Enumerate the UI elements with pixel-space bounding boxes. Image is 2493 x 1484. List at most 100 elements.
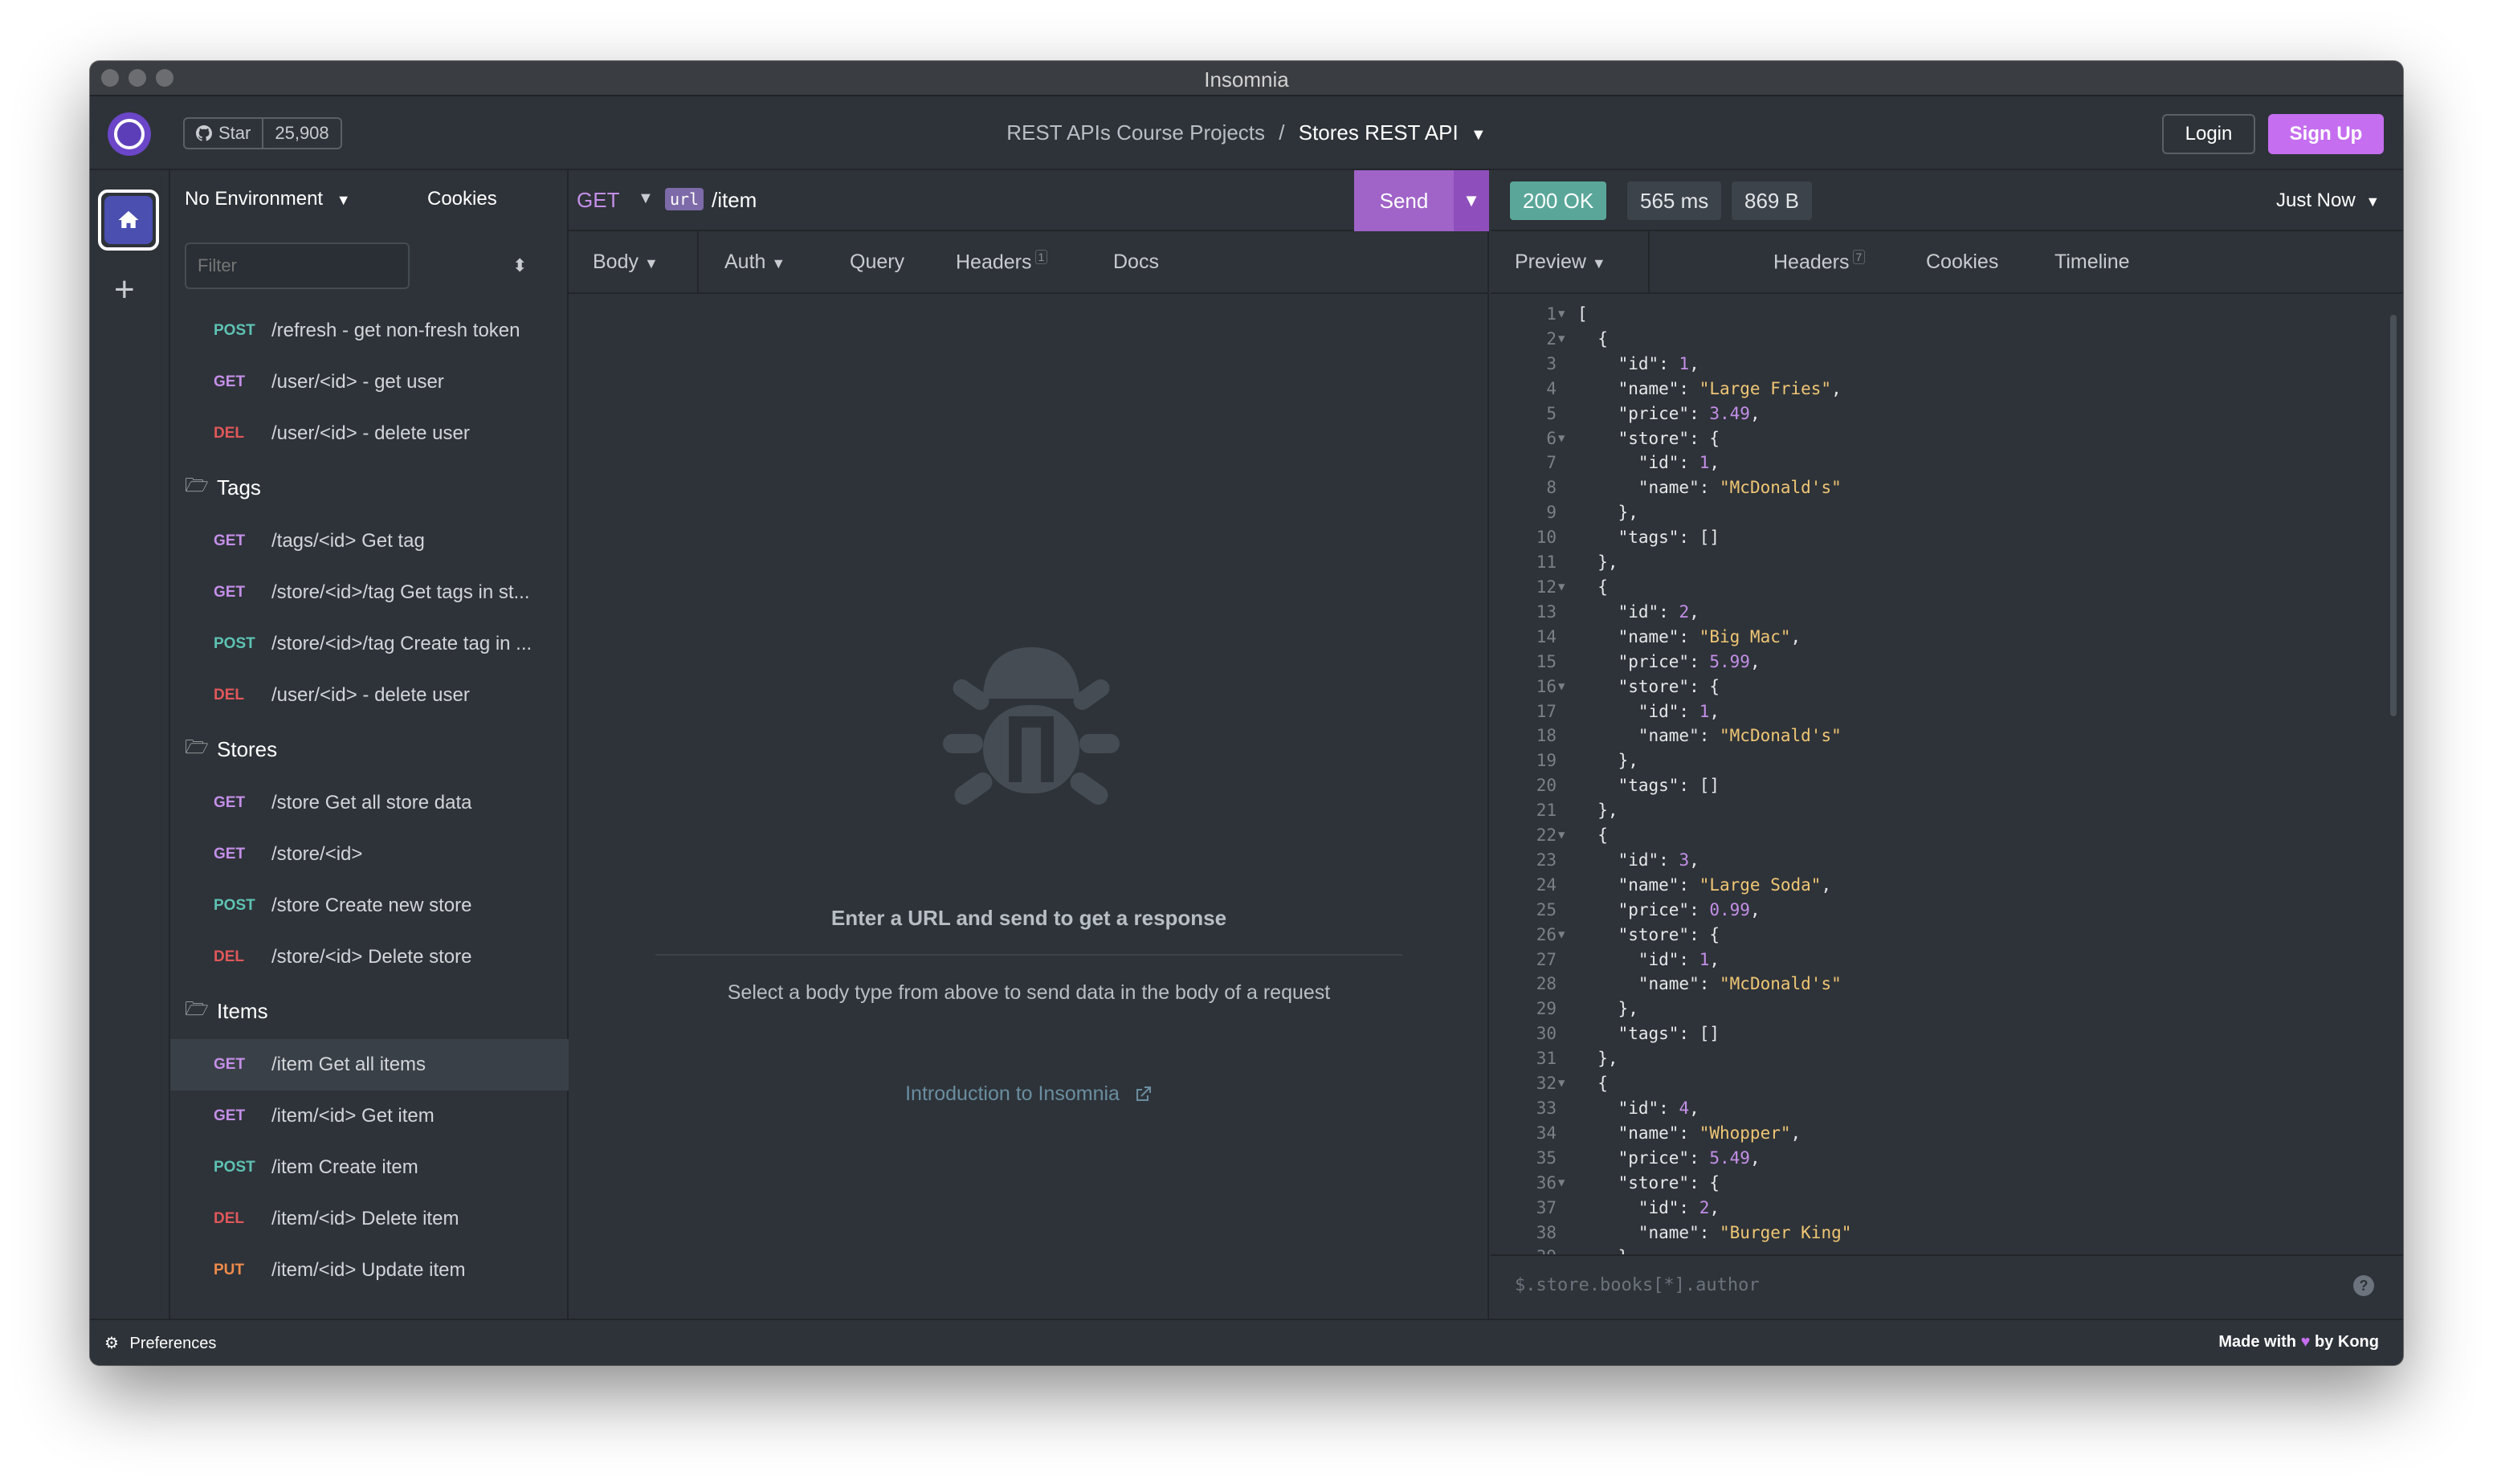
code-text: "id": 1, (1577, 353, 1699, 373)
plus-icon[interactable]: + (114, 270, 135, 310)
folder-items[interactable]: 🗁 Items (170, 983, 569, 1039)
folder-stores[interactable]: 🗁 Stores (170, 721, 569, 777)
sidebar-request-item[interactable]: GET/store/<id>/tag Get tags in st... (170, 567, 569, 618)
sidebar-request-item[interactable]: GET/tags/<id> Get tag (170, 516, 569, 567)
tab-query[interactable]: Query (850, 251, 904, 274)
home-button[interactable] (98, 190, 159, 251)
fold-chevron-icon (1558, 997, 1571, 1021)
code-line: 38 "name": "Burger King" (1491, 1221, 2385, 1246)
sort-icon[interactable]: ⬍ (512, 255, 527, 276)
response-body-viewer[interactable]: 1 ▼[2 ▼ {3 "id": 1, 4 "name": "Large Fries"… (1491, 294, 2385, 1254)
fold-chevron-icon[interactable]: ▼ (1558, 575, 1571, 600)
line-number: 22 (1536, 826, 1557, 846)
fold-chevron-icon[interactable]: ▼ (1558, 675, 1571, 699)
send-options-chevron-icon[interactable]: ▼ (1454, 170, 1489, 231)
chevron-down-icon[interactable]: ▼ (1471, 126, 1487, 144)
line-number: 13 (1536, 601, 1557, 622)
tab-body[interactable]: Body ▼ (593, 251, 659, 274)
sidebar-request-item[interactable]: POST/store Create new store (170, 880, 569, 932)
fold-chevron-icon[interactable]: ▼ (1558, 327, 1571, 352)
breadcrumb-parent[interactable]: REST APIs Course Projects (1006, 120, 1265, 145)
login-button[interactable]: Login (2162, 114, 2255, 154)
folder-label: Items (217, 998, 268, 1023)
code-line: 15 "price": 5.99, (1491, 650, 2385, 675)
code-line: 7 "id": 1, (1491, 450, 2385, 475)
line-number: 33 (1536, 1099, 1557, 1118)
method-label: POST (214, 1159, 255, 1176)
code-line: 1 ▼ [ (1491, 302, 2385, 327)
sidebar-request-item[interactable]: DEL/user/<id> - delete user (170, 408, 569, 459)
code-text: "name": "Whopper", (1577, 1123, 1801, 1143)
fold-chevron-icon[interactable]: ▼ (1558, 1071, 1571, 1096)
fold-chevron-icon[interactable]: ▼ (1558, 302, 1571, 327)
tab-response-cookies[interactable]: Cookies (1926, 251, 1998, 274)
code-text: "id": 1, (1577, 701, 1720, 721)
intro-link[interactable]: Introduction to Insomnia (569, 1082, 1489, 1106)
breadcrumb-current[interactable]: Stores REST API (1299, 120, 1459, 145)
fold-chevron-icon (1558, 550, 1571, 575)
send-button[interactable]: Send (1354, 170, 1454, 231)
tab-response-headers[interactable]: Headers 7 (1773, 250, 1866, 274)
fold-chevron-icon (1558, 748, 1571, 773)
sidebar-request-item[interactable]: POST/refresh - get non-fresh token (170, 305, 569, 357)
code-line: 11 }, (1491, 550, 2385, 575)
fold-chevron-icon[interactable]: ▼ (1558, 426, 1571, 451)
sidebar-request-item[interactable]: DEL/item/<id> Delete item (170, 1193, 569, 1245)
method-label: DEL (214, 425, 244, 442)
tab-auth[interactable]: Auth ▼ (724, 251, 785, 274)
tab-headers[interactable]: Headers 1 (956, 250, 1048, 274)
tab-preview[interactable]: Preview ▼ (1515, 251, 1606, 274)
window-title: Insomnia (1204, 67, 1289, 92)
empty-state-title: Enter a URL and send to get a response (830, 906, 1227, 930)
request-label: /item Get all items (271, 1054, 426, 1075)
fold-chevron-icon[interactable]: ▼ (1558, 823, 1571, 848)
sidebar-request-item[interactable]: GET/store/<id> (170, 829, 569, 880)
history-dropdown[interactable]: Just Now ▼ (2276, 190, 2380, 212)
preferences-button[interactable]: ⚙ Preferences (104, 1333, 216, 1353)
method-select[interactable]: GET (577, 188, 619, 213)
fold-chevron-icon (1558, 773, 1571, 798)
method-label: GET (214, 846, 246, 862)
fold-chevron-icon[interactable]: ▼ (1558, 923, 1571, 948)
tab-timeline[interactable]: Timeline (2054, 251, 2130, 274)
sidebar-request-item[interactable]: GET/item Get all items (170, 1039, 569, 1091)
sidebar-request-item[interactable]: GET/item/<id> Get item (170, 1091, 569, 1142)
environment-select[interactable]: No Environment ▼ (185, 188, 351, 210)
heart-icon: ♥ (2300, 1333, 2311, 1351)
sidebar-request-item[interactable]: DEL/user/<id> - delete user (170, 670, 569, 721)
jsonpath-filter-input[interactable]: $.store.books[*].author (1491, 1254, 2403, 1319)
folder-tags[interactable]: 🗁 Tags (170, 459, 569, 516)
code-line: 19 }, (1491, 748, 2385, 773)
response-pane: 200 OK 565 ms 869 B Just Now ▼ Preview ▼… (1491, 170, 2403, 1319)
scrollbar[interactable] (2390, 315, 2397, 716)
code-text: }, (1571, 1245, 1638, 1254)
sidebar-request-item[interactable]: POST/store/<id>/tag Create tag in ... (170, 618, 569, 670)
sidebar-request-item[interactable]: PUT/item/<id> Update item (170, 1245, 569, 1296)
cookies-button[interactable]: Cookies (427, 188, 497, 210)
line-number: 15 (1536, 651, 1557, 671)
tab-docs[interactable]: Docs (1113, 251, 1159, 274)
sidebar-request-item[interactable]: GET/user/<id> - get user (170, 357, 569, 408)
method-label: DEL (214, 687, 244, 703)
sidebar-request-item[interactable]: DEL/store/<id> Delete store (170, 932, 569, 983)
line-number: 27 (1536, 949, 1557, 969)
request-label: /item/<id> Delete item (271, 1208, 459, 1229)
sidebar-request-item[interactable]: POST/item Create item (170, 1142, 569, 1193)
sidebar-request-item[interactable]: GET/store Get all store data (170, 777, 569, 829)
filter-input[interactable] (185, 243, 410, 289)
url-input[interactable]: /item (712, 188, 757, 213)
code-line: 16 ▼ "store": { (1491, 675, 2385, 699)
signup-button[interactable]: Sign Up (2268, 114, 2384, 154)
fold-chevron-icon[interactable]: ▼ (1558, 1171, 1571, 1196)
fold-chevron-icon (1558, 1021, 1571, 1046)
code-text: }, (1577, 801, 1618, 821)
method-label: GET (214, 532, 246, 549)
help-icon[interactable]: ? (2353, 1275, 2374, 1296)
made-with-credit[interactable]: Made with ♥ by Kong (2218, 1333, 2379, 1352)
code-line: 9 }, (1491, 500, 2385, 525)
url-bar: GET ▼ url /item Send ▼ (569, 170, 1489, 231)
url-variable-tag[interactable]: url (665, 188, 704, 210)
chevron-down-icon[interactable]: ▼ (638, 190, 654, 208)
code-text: "name": "McDonald's" (1577, 974, 1842, 994)
code-text: "id": 1, (1577, 949, 1720, 969)
